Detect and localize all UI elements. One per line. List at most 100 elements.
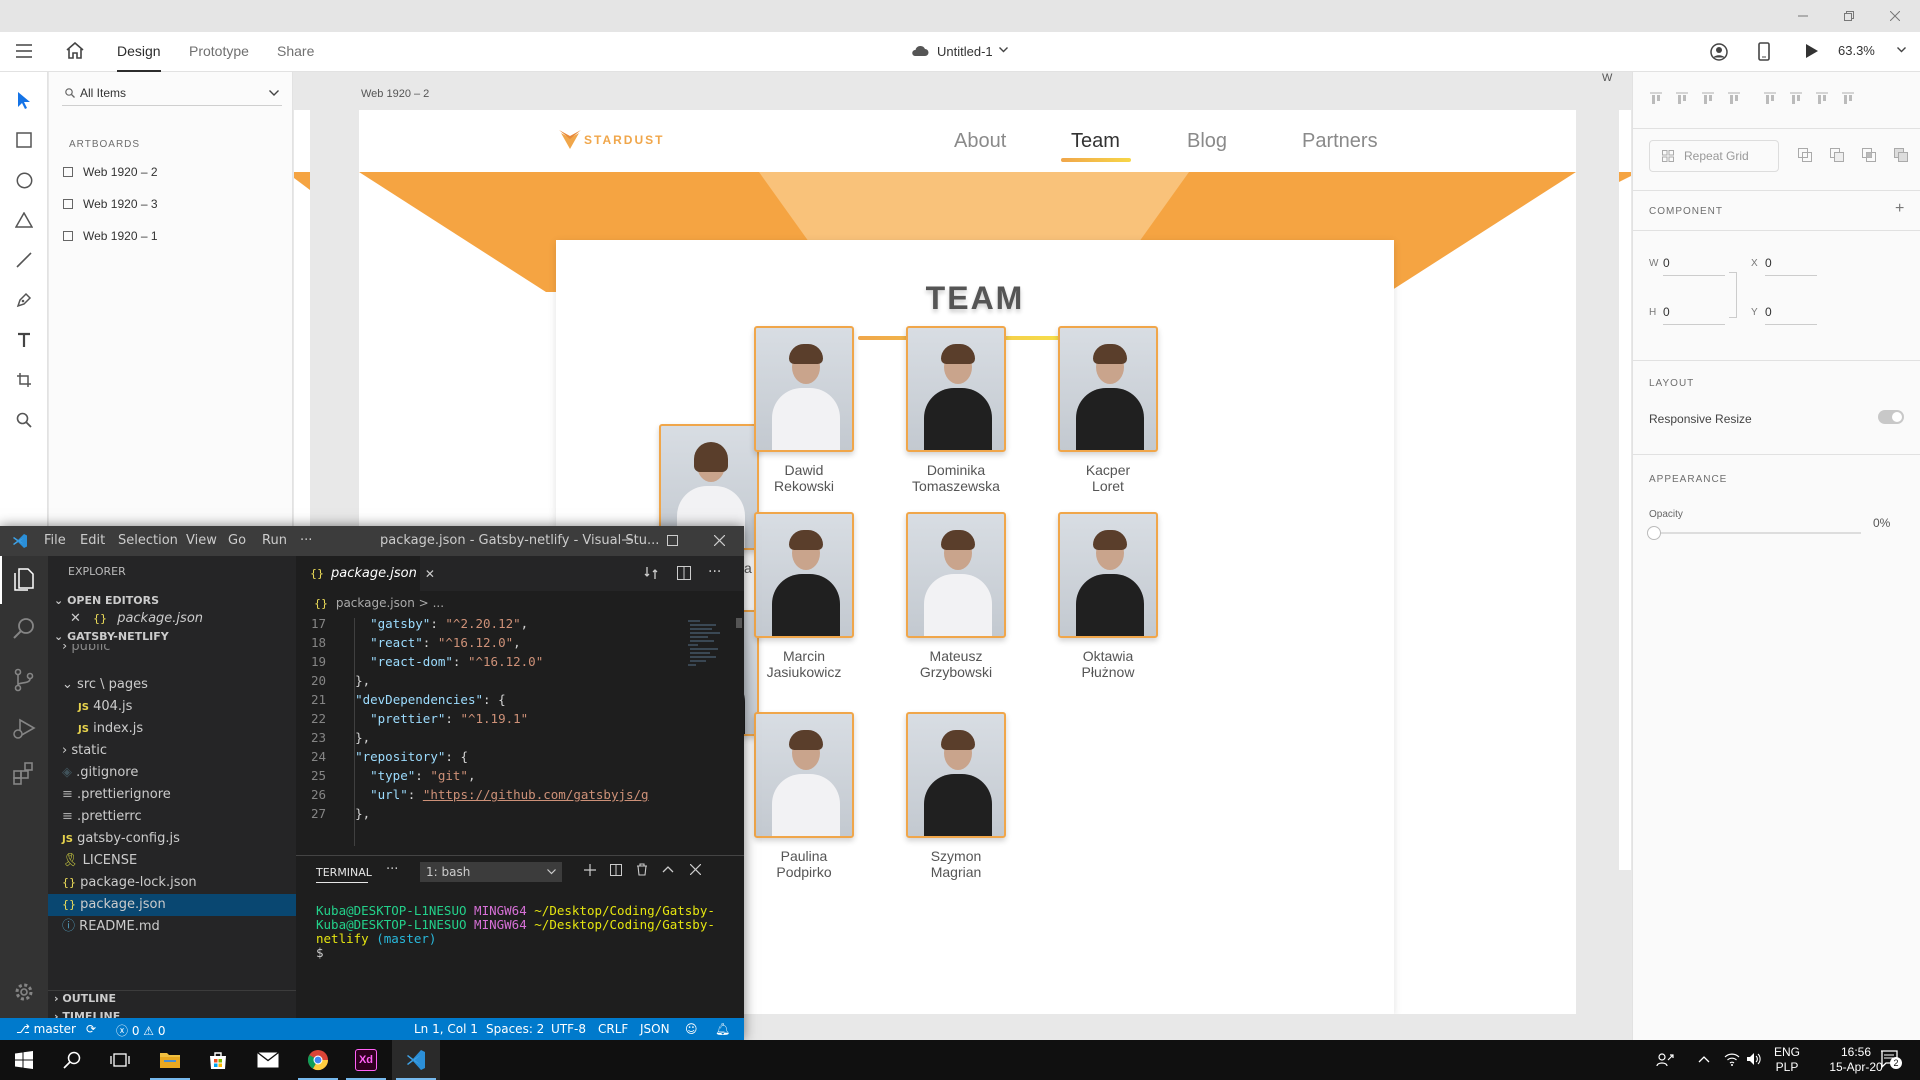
settings-gear-icon[interactable] xyxy=(12,980,38,1006)
problems-indicator[interactable]: ⓧ 0 ⚠ 0 xyxy=(116,1022,166,1039)
x-input[interactable]: 0 xyxy=(1765,256,1817,276)
extensions-icon[interactable] xyxy=(12,761,38,787)
document-title[interactable]: Untitled-1 xyxy=(937,44,993,59)
zoom-tool-icon[interactable] xyxy=(12,408,36,432)
adobe-xd-icon[interactable]: Xd xyxy=(342,1040,390,1080)
pen-tool-icon[interactable] xyxy=(12,288,36,312)
restore-button[interactable] xyxy=(1826,0,1872,32)
file-tree-item[interactable]: JS 404.js xyxy=(48,696,296,718)
align-left-icon[interactable] xyxy=(1763,92,1777,106)
search-icon[interactable] xyxy=(12,616,38,642)
nav-about[interactable]: About xyxy=(954,130,1006,153)
artboard-layer-item[interactable]: Web 1920 – 2 xyxy=(63,163,158,181)
people-icon[interactable] xyxy=(1656,1052,1674,1068)
right-artboard[interactable] xyxy=(1619,110,1631,870)
repeat-grid-button[interactable]: Repeat Grid xyxy=(1649,140,1779,172)
team-member-card[interactable]: Dominika Tomaszewska xyxy=(906,326,1006,494)
terminal-shell-select[interactable]: 1: bash xyxy=(420,862,562,882)
zoom-chevron-icon[interactable] xyxy=(1897,47,1906,53)
boolean-add-icon[interactable] xyxy=(1798,148,1812,162)
chevron-down-icon[interactable] xyxy=(999,47,1008,53)
close-panel-icon[interactable] xyxy=(690,864,701,875)
explorer-icon[interactable] xyxy=(12,566,38,592)
align-top-icon[interactable] xyxy=(1649,92,1663,106)
code-line[interactable]: 23 }, xyxy=(296,728,370,747)
menu-item[interactable]: Go xyxy=(228,533,246,548)
team-member-card[interactable]: Mateusz Grzybowski xyxy=(906,512,1006,680)
terminal-prompt[interactable]: $ xyxy=(316,944,324,961)
opacity-value[interactable]: 0% xyxy=(1873,516,1890,530)
nav-team[interactable]: Team xyxy=(1071,130,1120,153)
width-input[interactable]: 0 xyxy=(1663,256,1725,276)
minimap[interactable] xyxy=(686,618,732,676)
minimize-button[interactable] xyxy=(622,534,633,546)
code-line[interactable]: 22 "prettier": "^1.19.1" xyxy=(296,709,528,728)
breadcrumb-more[interactable]: ... xyxy=(433,596,444,610)
source-control-icon[interactable] xyxy=(12,668,38,694)
ellipse-tool-icon[interactable] xyxy=(12,168,36,192)
menu-item[interactable]: Edit xyxy=(80,533,105,548)
run-debug-icon[interactable] xyxy=(12,716,38,742)
file-tree-item[interactable]: › public xyxy=(48,644,296,656)
line-ending[interactable]: CRLF xyxy=(598,1022,628,1036)
nav-blog[interactable]: Blog xyxy=(1187,130,1227,153)
open-changes-icon[interactable] xyxy=(644,566,658,580)
file-tree-item[interactable]: ⓘ README.md xyxy=(48,916,296,938)
code-editor[interactable]: 17 "gatsby": "^2.20.12", 18 "react": "^16… xyxy=(296,618,678,846)
more-actions-icon[interactable]: ··· xyxy=(708,564,721,580)
boolean-intersect-icon[interactable] xyxy=(1862,148,1876,162)
editor-scrollbar[interactable] xyxy=(736,618,742,628)
panel-more-icon[interactable]: ··· xyxy=(386,862,398,877)
file-tree-item[interactable]: ◈ .gitignore xyxy=(48,762,296,784)
line-tool-icon[interactable] xyxy=(12,248,36,272)
minimize-button[interactable] xyxy=(1780,0,1826,32)
menu-item[interactable]: ··· xyxy=(300,533,312,548)
boolean-subtract-icon[interactable] xyxy=(1830,148,1844,162)
team-member-card[interactable]: Kacper Loret xyxy=(1058,326,1158,494)
terminal-tab[interactable]: TERMINAL xyxy=(316,866,372,879)
action-center-icon[interactable]: 2 xyxy=(1880,1050,1902,1069)
artboard-label[interactable]: Web 1920 – 2 xyxy=(361,88,429,100)
align-bottom-icon[interactable] xyxy=(1701,92,1715,106)
close-button[interactable] xyxy=(714,535,725,546)
code-line[interactable]: 27 }, xyxy=(296,804,370,823)
play-preview-icon[interactable] xyxy=(1805,43,1819,59)
close-icon[interactable]: ✕ xyxy=(48,611,81,626)
file-explorer-icon[interactable] xyxy=(146,1040,194,1080)
split-terminal-icon[interactable] xyxy=(610,864,622,876)
team-member-card[interactable]: Paulina Podpirko xyxy=(754,712,854,880)
code-line[interactable]: 20 }, xyxy=(296,671,370,690)
artboard-tool-icon[interactable] xyxy=(12,368,36,392)
breadcrumb-file[interactable]: package.json xyxy=(336,596,415,610)
team-member-card[interactable]: Szymon Magrian xyxy=(906,712,1006,880)
layers-filter[interactable]: All Items xyxy=(62,80,282,106)
height-input[interactable]: 0 xyxy=(1663,305,1725,325)
team-member-card[interactable]: Oktawia Płużnow xyxy=(1058,512,1158,680)
code-line[interactable]: 19 "react-dom": "^16.12.0" xyxy=(296,652,543,671)
file-tree-item[interactable]: {} package-lock.json xyxy=(48,872,296,894)
file-tree-item[interactable]: ⌄ src \ pages xyxy=(48,674,296,696)
hamburger-menu-icon[interactable] xyxy=(16,44,32,58)
encoding[interactable]: UTF-8 xyxy=(551,1022,586,1036)
align-center-icon[interactable] xyxy=(1789,92,1803,106)
artboard-layer-item[interactable]: Web 1920 – 3 xyxy=(63,195,158,213)
mobile-preview-icon[interactable] xyxy=(1758,42,1770,61)
tab-share[interactable]: Share xyxy=(277,43,314,59)
menu-item[interactable]: Selection xyxy=(118,533,178,548)
text-tool-icon[interactable] xyxy=(12,328,36,352)
feedback-icon[interactable]: ☺ xyxy=(685,1022,698,1036)
split-editor-icon[interactable] xyxy=(677,566,691,580)
wifi-icon[interactable] xyxy=(1724,1052,1740,1066)
distribute-horizontal-icon[interactable] xyxy=(1841,92,1855,106)
rectangle-tool-icon[interactable] xyxy=(12,128,36,152)
tab-package-json[interactable]: {} package.json ✕ xyxy=(296,556,435,591)
responsive-resize-toggle[interactable] xyxy=(1878,410,1904,424)
store-icon[interactable] xyxy=(194,1040,242,1080)
distribute-vertical-icon[interactable] xyxy=(1727,92,1741,106)
nav-partners[interactable]: Partners xyxy=(1302,130,1378,153)
zoom-level[interactable]: 63.3% xyxy=(1838,43,1875,58)
maximize-panel-icon[interactable] xyxy=(662,865,674,873)
new-terminal-icon[interactable] xyxy=(584,864,596,876)
volume-icon[interactable] xyxy=(1746,1052,1762,1066)
file-tree-item[interactable]: ≡ .prettierignore xyxy=(48,784,296,806)
